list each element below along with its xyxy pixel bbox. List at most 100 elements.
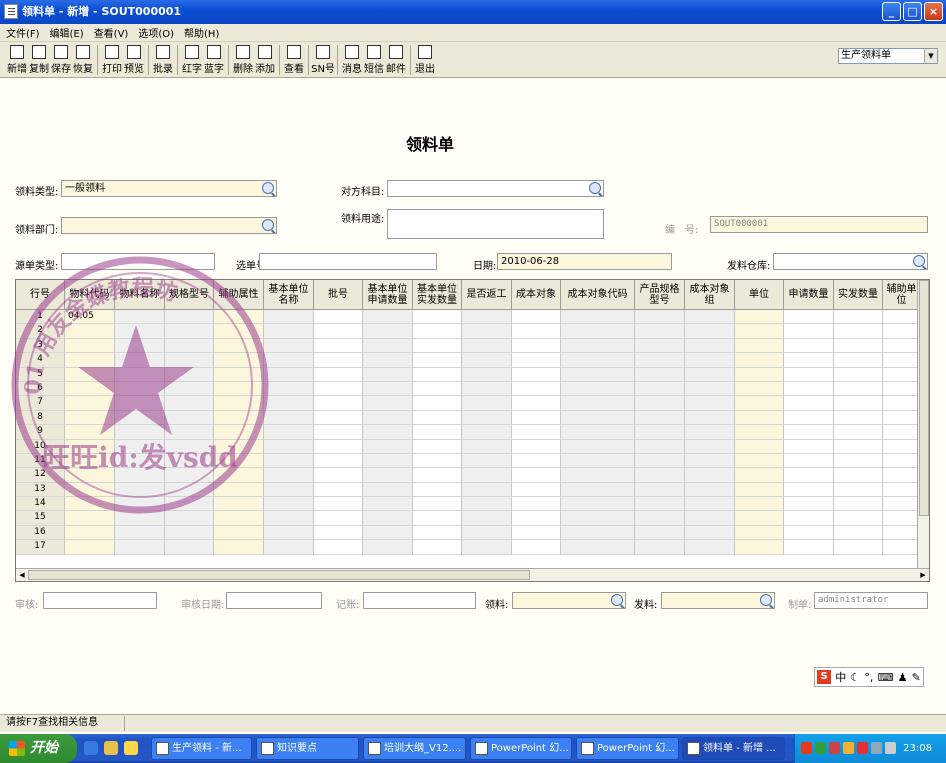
table-cell[interactable] bbox=[784, 382, 833, 397]
close-button[interactable]: × bbox=[924, 2, 943, 21]
table-cell[interactable] bbox=[214, 483, 263, 498]
table-cell[interactable] bbox=[561, 511, 634, 526]
table-cell[interactable] bbox=[735, 454, 783, 469]
table-cell[interactable] bbox=[264, 440, 313, 454]
table-cell[interactable] bbox=[462, 425, 511, 440]
table-cell[interactable] bbox=[264, 483, 313, 498]
table-cell[interactable] bbox=[462, 497, 511, 512]
column-header[interactable]: 辅助单位 bbox=[883, 280, 921, 310]
table-cell[interactable] bbox=[784, 540, 833, 555]
qq-icon[interactable] bbox=[124, 741, 138, 755]
table-cell[interactable] bbox=[264, 468, 313, 483]
table-cell[interactable] bbox=[685, 324, 734, 339]
table-cell[interactable] bbox=[883, 425, 920, 440]
toolbar-button[interactable]: 预览 bbox=[123, 43, 145, 77]
table-cell[interactable] bbox=[165, 382, 213, 397]
table-cell[interactable] bbox=[115, 511, 164, 526]
table-cell[interactable] bbox=[115, 324, 164, 339]
maximize-button[interactable]: □ bbox=[903, 2, 922, 21]
table-cell[interactable] bbox=[363, 396, 412, 411]
table-cell[interactable] bbox=[264, 497, 313, 512]
column-header[interactable]: 成本对象代码 bbox=[561, 280, 635, 310]
table-cell[interactable] bbox=[784, 511, 833, 526]
table-cell[interactable] bbox=[462, 368, 511, 382]
table-cell[interactable] bbox=[413, 382, 461, 397]
toolbar-button[interactable]: 邮件 bbox=[385, 43, 407, 77]
table-cell[interactable] bbox=[834, 310, 882, 325]
table-cell[interactable]: 04.05 bbox=[65, 310, 114, 325]
table-cell[interactable] bbox=[264, 339, 313, 354]
scroll-left-icon[interactable]: ◀ bbox=[16, 569, 28, 581]
table-cell[interactable] bbox=[834, 454, 882, 469]
table-cell[interactable] bbox=[413, 411, 461, 426]
table-cell[interactable] bbox=[735, 425, 783, 440]
table-cell[interactable] bbox=[834, 382, 882, 397]
lookup-icon[interactable] bbox=[913, 255, 925, 267]
table-cell[interactable] bbox=[561, 396, 634, 411]
table-cell[interactable] bbox=[314, 368, 362, 382]
taskbar-item[interactable]: 领料单 - 新增 ... bbox=[682, 737, 785, 760]
table-cell[interactable] bbox=[214, 526, 263, 541]
post-field[interactable] bbox=[363, 592, 476, 609]
table-cell[interactable] bbox=[784, 425, 833, 440]
column-header[interactable]: 物料名称 bbox=[115, 280, 165, 310]
table-cell[interactable] bbox=[264, 425, 313, 440]
column-header[interactable]: 产品规格型号 bbox=[635, 280, 685, 310]
table-cell[interactable] bbox=[635, 368, 684, 382]
table-cell[interactable] bbox=[115, 440, 164, 454]
table-cell[interactable] bbox=[735, 396, 783, 411]
table-cell[interactable] bbox=[685, 396, 734, 411]
table-cell[interactable] bbox=[512, 368, 560, 382]
table-cell[interactable] bbox=[363, 511, 412, 526]
table-cell[interactable] bbox=[512, 540, 560, 555]
table-cell[interactable] bbox=[413, 526, 461, 541]
table-cell[interactable] bbox=[363, 483, 412, 498]
table-cell[interactable] bbox=[165, 540, 213, 555]
horizontal-scrollbar[interactable]: ◀ ▶ bbox=[16, 568, 929, 581]
table-cell[interactable] bbox=[264, 540, 313, 555]
table-cell[interactable] bbox=[165, 368, 213, 382]
table-cell[interactable] bbox=[363, 526, 412, 541]
menu-item[interactable]: 编辑(E) bbox=[50, 25, 84, 40]
table-cell[interactable] bbox=[413, 483, 461, 498]
lookup-icon[interactable] bbox=[262, 219, 274, 231]
lookup-icon[interactable] bbox=[611, 594, 623, 606]
toolbar-button[interactable]: 查看 bbox=[283, 43, 305, 77]
table-cell[interactable] bbox=[314, 540, 362, 555]
shield-icon[interactable] bbox=[843, 742, 854, 754]
table-cell[interactable] bbox=[834, 440, 882, 454]
table-cell[interactable] bbox=[462, 382, 511, 397]
table-cell[interactable] bbox=[883, 468, 920, 483]
table-cell[interactable] bbox=[512, 483, 560, 498]
table-cell[interactable] bbox=[264, 411, 313, 426]
table-cell[interactable] bbox=[512, 526, 560, 541]
column-header[interactable]: 基本单位申请数量 bbox=[363, 280, 413, 310]
table-cell[interactable] bbox=[883, 497, 920, 512]
table-cell[interactable] bbox=[561, 368, 634, 382]
table-cell[interactable] bbox=[314, 411, 362, 426]
table-cell[interactable] bbox=[784, 468, 833, 483]
table-cell[interactable] bbox=[413, 540, 461, 555]
table-cell[interactable] bbox=[735, 440, 783, 454]
table-cell[interactable] bbox=[462, 411, 511, 426]
table-cell[interactable] bbox=[635, 382, 684, 397]
table-cell[interactable] bbox=[834, 497, 882, 512]
user-icon[interactable]: ♟ bbox=[898, 671, 908, 684]
table-cell[interactable] bbox=[462, 540, 511, 555]
table-cell[interactable] bbox=[685, 310, 734, 325]
table-cell[interactable] bbox=[635, 324, 684, 339]
table-cell[interactable] bbox=[214, 454, 263, 469]
table-cell[interactable] bbox=[314, 440, 362, 454]
table-cell[interactable] bbox=[784, 396, 833, 411]
table-cell[interactable] bbox=[735, 511, 783, 526]
table-cell[interactable] bbox=[115, 339, 164, 354]
table-cell[interactable] bbox=[65, 411, 114, 426]
table-cell[interactable] bbox=[883, 411, 920, 426]
table-cell[interactable] bbox=[561, 339, 634, 354]
table-cell[interactable] bbox=[115, 425, 164, 440]
table-cell[interactable] bbox=[413, 468, 461, 483]
table-cell[interactable] bbox=[735, 540, 783, 555]
column-header[interactable]: 申请数量 bbox=[784, 280, 834, 310]
audit-date-field[interactable] bbox=[226, 592, 322, 609]
table-cell[interactable] bbox=[512, 440, 560, 454]
